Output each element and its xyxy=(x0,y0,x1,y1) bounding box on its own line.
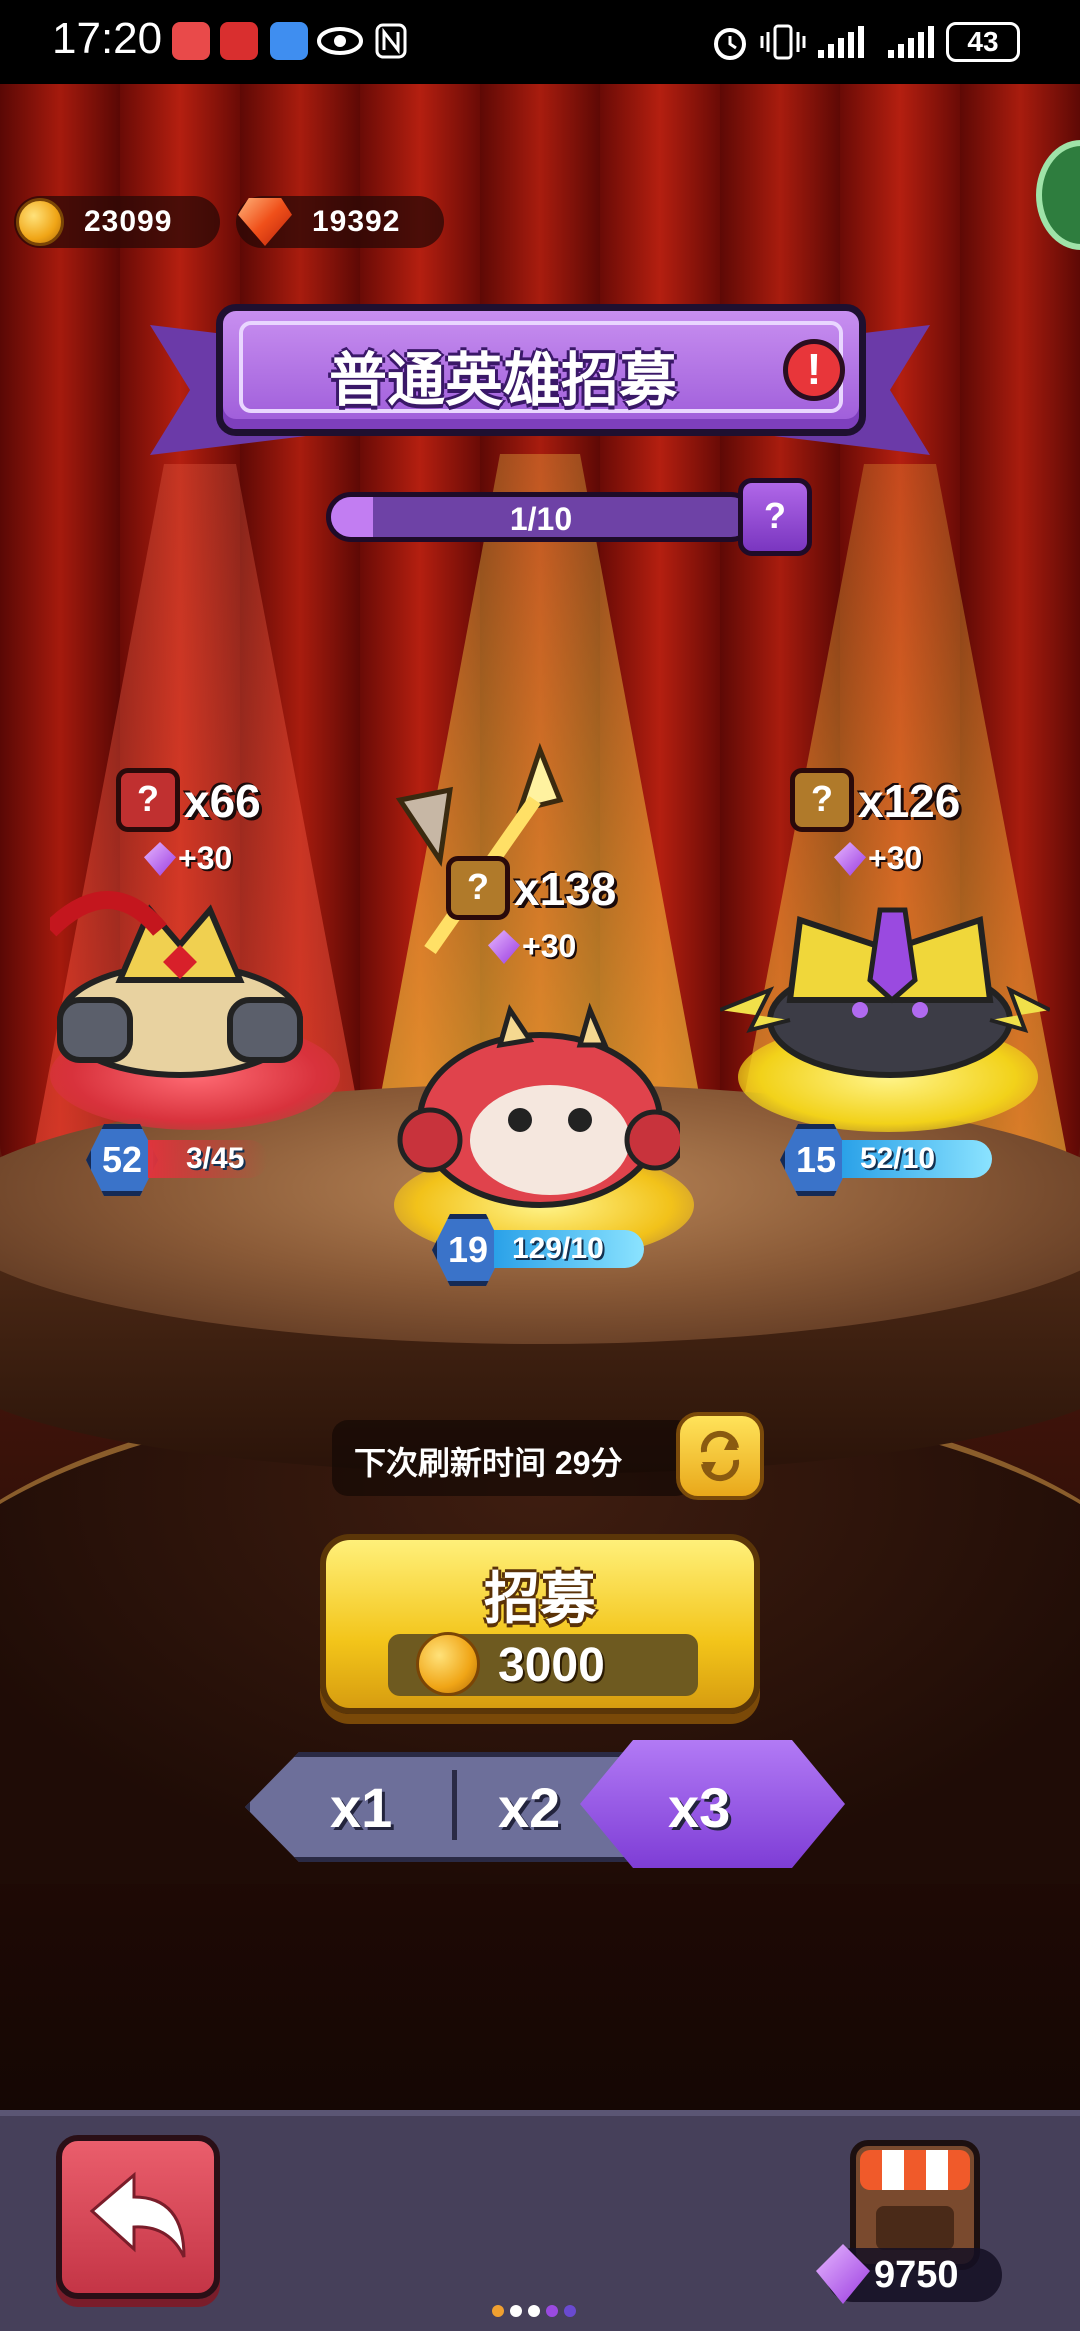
coin-amount: 23099 xyxy=(84,205,173,238)
alert-info-icon[interactable]: ! xyxy=(783,339,845,401)
shop-awning xyxy=(860,2150,970,2190)
back-button[interactable] xyxy=(56,2135,220,2299)
ruby-counter: 19392 xyxy=(236,196,444,248)
status-time: 17:20 xyxy=(52,14,163,63)
hero-progress-text: 129/10 xyxy=(512,1232,604,1265)
refresh-timer-text: 下次刷新时间 29分 xyxy=(354,1445,623,1481)
app-notification-icon xyxy=(172,22,210,60)
eye-icon xyxy=(317,27,363,55)
recruit-cost: 3000 xyxy=(388,1632,698,1696)
page-title: 普通英雄招募 xyxy=(328,348,677,413)
multiplier-x3-label: x3 xyxy=(668,1776,731,1839)
status-bar: 17:20 43 xyxy=(0,0,1080,84)
progress-label: 1/10 xyxy=(509,501,573,537)
progress-help-button[interactable]: ? xyxy=(738,478,812,556)
hero-count: x138 xyxy=(514,863,617,915)
refresh-timer: 下次刷新时间 29分 xyxy=(332,1420,692,1496)
coin-icon xyxy=(416,1632,480,1696)
multiplier-divider xyxy=(452,1770,457,1840)
ruby-icon xyxy=(238,198,292,246)
gem-amount: 9750 xyxy=(874,2254,959,2296)
shop-gem-counter: 9750 xyxy=(816,2244,1002,2304)
chat-notification-icon xyxy=(270,22,308,60)
shop-counter xyxy=(876,2206,954,2250)
back-arrow-icon xyxy=(89,2171,186,2258)
refresh-button[interactable] xyxy=(676,1412,764,1500)
app-notification-icon xyxy=(220,22,258,60)
signal-icon xyxy=(818,26,864,58)
refresh-icon xyxy=(700,1430,740,1482)
hero-card-right[interactable]: ? x126 +30 15 52/10 xyxy=(700,760,1080,1196)
mystery-hero-icon: ? xyxy=(446,856,510,920)
signal-icon xyxy=(888,26,934,58)
hero-progress-text: 52/10 xyxy=(860,1142,936,1175)
recruit-progress-bar: 1/10 xyxy=(326,492,756,542)
alarm-icon xyxy=(714,28,746,60)
hero-beast-sprite xyxy=(720,907,1050,1078)
hero-count: x126 xyxy=(858,775,961,827)
hero-card-left[interactable]: ? x66 +30 52 3/45 xyxy=(0,760,360,1196)
gem-bonus: +30 xyxy=(522,928,577,964)
vibrate-icon xyxy=(760,24,806,60)
recruit-button-label: 招募 xyxy=(484,1567,596,1630)
page-indicator-dot xyxy=(510,2305,522,2317)
mystery-hero-icon: ? xyxy=(790,768,854,832)
page-indicator-dot xyxy=(546,2305,558,2317)
hero-count: x66 xyxy=(184,775,261,827)
hero-knight-sprite xyxy=(50,891,303,1078)
battery-indicator: 43 xyxy=(946,22,1020,62)
weapon-spear-sprite xyxy=(395,742,564,955)
page-indicator-dot xyxy=(564,2305,576,2317)
coin-icon xyxy=(16,198,64,246)
page-indicator-dot xyxy=(528,2305,540,2317)
page-indicator-dot xyxy=(492,2305,504,2317)
hero-progress-text: 3/45 xyxy=(186,1142,245,1175)
gem-bonus: +30 xyxy=(868,840,923,876)
recruit-button[interactable]: 招募 3000 xyxy=(320,1534,760,1714)
gem-icon xyxy=(834,842,866,876)
mystery-hero-icon: ? xyxy=(116,768,180,832)
ruby-amount: 19392 xyxy=(312,205,401,238)
nfc-icon xyxy=(375,23,407,59)
recruit-cost-amount: 3000 xyxy=(498,1639,605,1692)
multiplier-x2-button[interactable]: x2 xyxy=(498,1775,560,1840)
recruit-banner: 普通英雄招募 ! xyxy=(216,304,866,436)
hero-dragon-sprite xyxy=(397,1002,680,1208)
coin-counter: 23099 xyxy=(14,196,220,248)
multiplier-x1-button[interactable]: x1 xyxy=(330,1775,392,1840)
hero-card-center[interactable]: ? x138 +30 19 129/10 xyxy=(350,740,710,1286)
